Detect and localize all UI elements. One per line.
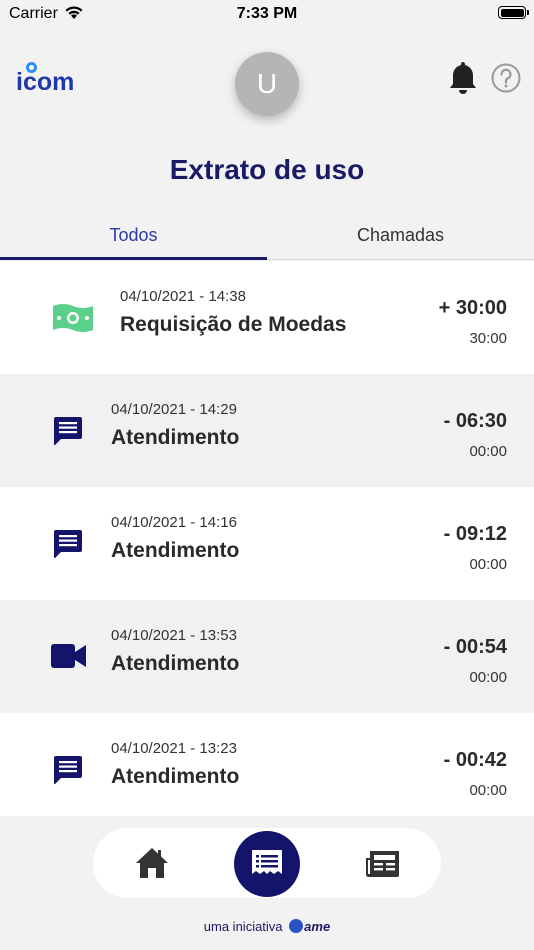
- list-item[interactable]: 04/10/2021 - 14:16 Atendimento - 09:12 0…: [0, 487, 534, 600]
- transaction-date: 04/10/2021 - 13:53: [111, 627, 237, 644]
- footer-prefix: uma iniciativa: [203, 919, 283, 934]
- transaction-amount: - 00:54: [443, 636, 507, 658]
- statement-nav-button[interactable]: [234, 831, 300, 897]
- chat-icon: [53, 529, 83, 564]
- list-item[interactable]: 04/10/2021 - 13:53 Atendimento - 00:54 0…: [0, 600, 534, 713]
- transaction-balance: 00:00: [469, 556, 507, 573]
- avatar[interactable]: U: [235, 52, 299, 116]
- status-bar: Carrier 7:33 PM: [0, 0, 534, 30]
- transaction-amount: - 06:30: [443, 410, 507, 432]
- list-item[interactable]: 04/10/2021 - 14:29 Atendimento - 06:30 0…: [0, 374, 534, 487]
- list-item[interactable]: 04/10/2021 - 14:38 Requisição de Moedas …: [0, 261, 534, 374]
- transaction-amount: + 30:00: [438, 297, 507, 319]
- transaction-date: 04/10/2021 - 14:38: [120, 288, 246, 305]
- transaction-label: Atendimento: [111, 539, 240, 562]
- icom-logo: icom: [16, 62, 78, 96]
- tab-chamadas[interactable]: Chamadas: [267, 214, 534, 260]
- transaction-date: 04/10/2021 - 13:23: [111, 740, 237, 757]
- tab-bar: Todos Chamadas: [0, 214, 534, 260]
- transaction-label: Atendimento: [111, 426, 240, 449]
- footer-brand: ame: [304, 919, 331, 934]
- battery-icon: [498, 6, 529, 19]
- transaction-balance: 00:00: [469, 782, 507, 799]
- home-icon[interactable]: [134, 846, 170, 880]
- video-icon: [51, 643, 87, 674]
- footer-credit: uma iniciativa ame: [0, 919, 534, 934]
- tab-todos[interactable]: Todos: [0, 214, 267, 260]
- newspaper-icon[interactable]: [365, 849, 401, 879]
- transaction-list: 04/10/2021 - 14:38 Requisição de Moedas …: [0, 261, 534, 826]
- money-icon: [52, 302, 94, 339]
- status-time: 7:33 PM: [236, 5, 298, 22]
- tab-divider: [267, 259, 534, 260]
- chat-icon: [53, 755, 83, 790]
- transaction-amount: - 09:12: [443, 523, 507, 545]
- transaction-date: 04/10/2021 - 14:16: [111, 514, 237, 531]
- transaction-balance: 00:00: [469, 443, 507, 460]
- transaction-amount: - 00:42: [443, 749, 507, 771]
- transaction-label: Atendimento: [111, 652, 240, 675]
- transaction-balance: 30:00: [469, 330, 507, 347]
- bell-icon[interactable]: [447, 60, 479, 96]
- ame-logo-icon: [289, 919, 304, 933]
- chat-icon: [53, 416, 83, 451]
- receipt-icon: [250, 848, 284, 881]
- transaction-label: Requisição de Moedas: [120, 313, 347, 336]
- transaction-date: 04/10/2021 - 14:29: [111, 401, 237, 418]
- page-title: Extrato de uso: [169, 154, 365, 185]
- transaction-label: Atendimento: [111, 765, 240, 788]
- transaction-balance: 00:00: [469, 669, 507, 686]
- avatar-initial: U: [256, 68, 278, 99]
- logo-text: icom: [16, 68, 75, 96]
- list-item[interactable]: 04/10/2021 - 13:23 Atendimento - 00:42 0…: [0, 713, 534, 826]
- help-icon[interactable]: [491, 63, 521, 93]
